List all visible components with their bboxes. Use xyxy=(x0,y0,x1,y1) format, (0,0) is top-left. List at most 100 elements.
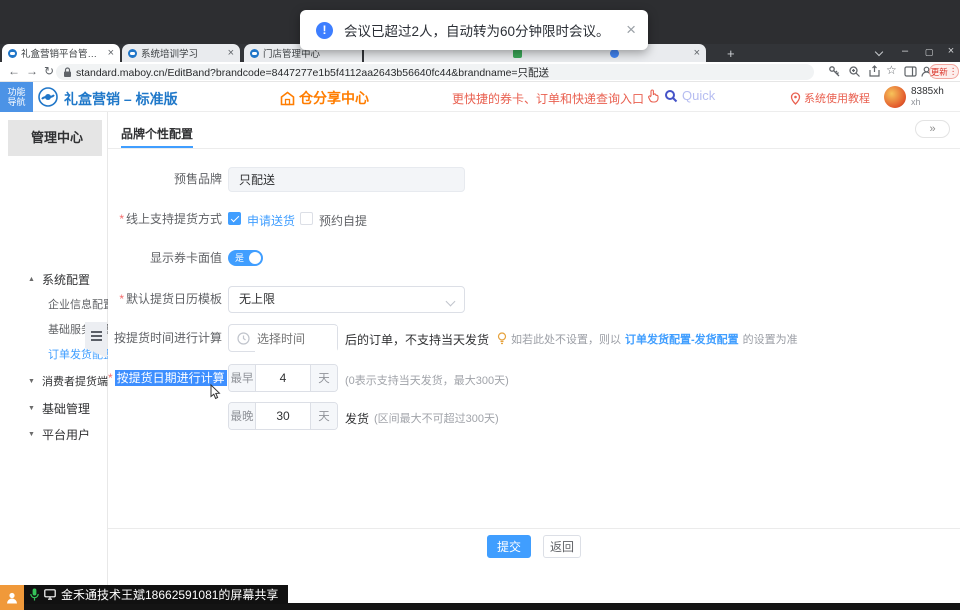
presale-brand-input[interactable] xyxy=(228,167,465,192)
back-button[interactable]: 返回 xyxy=(543,535,581,558)
toggle-on-label: 是 xyxy=(235,253,244,263)
browser-tab-2[interactable]: 系统培训学习 × xyxy=(122,44,240,62)
more-menu-icon[interactable]: ⋮ xyxy=(949,66,958,77)
required-asterisk: * xyxy=(108,371,113,385)
browser-update-button[interactable]: 更新 ⋮ xyxy=(929,64,959,79)
promo-text: 更快捷的券卡、订单和快递查询入口 xyxy=(452,90,644,107)
tab-close-icon[interactable]: × xyxy=(228,48,234,58)
content-tab-bar: 品牌个性配置 » xyxy=(108,112,960,149)
field-label: 按提货时间进行计算 xyxy=(108,324,222,352)
tab-close-icon[interactable]: × xyxy=(694,48,700,58)
tutorial-label: 系统使用教程 xyxy=(804,90,870,106)
tip-text: 的设置为准 xyxy=(743,331,798,347)
search-icon xyxy=(664,89,678,103)
mouse-cursor xyxy=(209,384,221,400)
submit-button[interactable]: 提交 xyxy=(487,535,531,558)
sidebar-item-platform-users[interactable]: ▼ 平台用户 xyxy=(0,423,108,447)
tab-close-icon[interactable]: × xyxy=(108,48,114,58)
latest-days-input[interactable] xyxy=(256,403,310,429)
address-bar[interactable]: standard.maboy.cn/EditBand?brandcode=844… xyxy=(56,64,814,80)
sidebar-item-label: 平台用户 xyxy=(42,423,90,447)
caret-down-icon: ▼ xyxy=(28,370,35,394)
caret-up-icon: ▲ xyxy=(28,268,35,292)
meeting-bottom-strip xyxy=(0,603,960,610)
window-minimize-button[interactable]: – xyxy=(896,45,914,57)
sidebar-item-label: 系统配置 xyxy=(42,268,90,292)
reload-icon[interactable]: ↻ xyxy=(44,64,54,78)
share-icon[interactable] xyxy=(868,65,881,78)
screen-share-banner: 金禾通技术王斌18662591081的屏幕共享 xyxy=(24,585,288,604)
update-label: 更新 xyxy=(931,66,948,78)
user-avatar[interactable] xyxy=(884,86,906,108)
window-maximize-button[interactable]: ▢ xyxy=(920,47,938,58)
side-panel-icon[interactable] xyxy=(904,65,917,78)
required-asterisk: * xyxy=(119,292,124,306)
bookmark-star-icon[interactable]: ☆ xyxy=(886,63,897,77)
app-logo xyxy=(38,87,58,107)
checkbox-reserve-pickup[interactable] xyxy=(300,212,313,225)
tip-link[interactable]: 订单发货配置-发货配置 xyxy=(625,331,739,347)
checkbox-apply-delivery[interactable] xyxy=(228,212,241,225)
chevron-down-icon xyxy=(446,297,456,307)
time-picker-input[interactable] xyxy=(228,324,338,352)
sidebar-item-basic-management[interactable]: ▼ 基础管理 xyxy=(0,397,108,421)
time-calc-suffix-text: 后的订单，不支持当天发货 xyxy=(345,331,489,348)
field-label: *默认提货日历模板 xyxy=(108,286,222,313)
forward-icon[interactable]: → xyxy=(26,64,38,78)
sidebar-title: 管理中心 xyxy=(8,120,102,156)
field-label: *线上支持提货方式 xyxy=(108,210,222,228)
meeting-member-button[interactable] xyxy=(0,585,24,610)
earliest-days-input[interactable] xyxy=(256,365,310,391)
info-icon: ! xyxy=(316,22,333,39)
warehouse-share-center-link[interactable]: 仓分享中心 xyxy=(280,88,369,108)
back-icon[interactable]: ← xyxy=(8,64,20,78)
function-nav-label: 导航 xyxy=(7,97,25,107)
password-key-icon[interactable] xyxy=(828,65,841,78)
face-value-toggle[interactable]: 是 xyxy=(228,250,263,266)
screen-share-text: 金禾通技术王斌18662591081的屏幕共享 xyxy=(61,586,278,603)
sidebar-item-consumer-pickup[interactable]: ▼ 消费者提货端 xyxy=(0,370,108,394)
days-unit: 天 xyxy=(310,365,337,391)
form-row-face-value: 显示券卡面值 是 xyxy=(108,250,960,268)
checkbox-label-apply-delivery[interactable]: 申请送货 xyxy=(247,212,295,229)
tab-brand-config[interactable]: 品牌个性配置 xyxy=(121,125,193,148)
browser-tab-1[interactable]: 礼盒营销平台管理中心 × xyxy=(2,44,120,62)
field-label: *按提货日期进行计算 xyxy=(108,364,222,392)
sidebar-item-enterprise-info[interactable]: 企业信息配置 xyxy=(0,293,108,317)
zoom-icon[interactable] xyxy=(848,65,861,78)
sidebar-item-label: 基础管理 xyxy=(42,397,90,421)
clock-icon xyxy=(237,332,250,345)
function-nav-button[interactable]: 功能 导航 xyxy=(0,82,33,112)
sidebar: 管理中心 ▲ 系统配置 企业信息配置 基础服务配置 订单发货配置 ▼ 消费者提货… xyxy=(0,112,108,610)
form-row-calendar-template: *默认提货日历模板 无上限 xyxy=(108,286,960,313)
sidebar-item-system-config[interactable]: ▲ 系统配置 xyxy=(0,268,108,292)
site-favicon xyxy=(8,49,17,58)
quick-search[interactable]: Quick xyxy=(664,88,715,103)
hidden-tab-favicon xyxy=(610,49,619,58)
sidebar-item-label: 企业信息配置 xyxy=(48,293,114,317)
tab-search-chevron-icon[interactable] xyxy=(875,48,883,56)
select-value: 无上限 xyxy=(239,292,275,306)
site-favicon xyxy=(250,49,259,58)
calendar-template-select[interactable]: 无上限 xyxy=(228,286,465,313)
panel-collapse-button[interactable]: » xyxy=(915,120,950,138)
form-row-time-calc: 按提货时间进行计算 后的订单，不支持当天发货 如若此处不设置，则以订单发货配置-… xyxy=(108,324,960,352)
ship-text: 发货 xyxy=(345,410,369,427)
new-tab-button[interactable]: + xyxy=(727,46,735,61)
form-row-pickup-methods: *线上支持提货方式 申请送货 预约自提 xyxy=(108,210,960,228)
pointing-finger-icon xyxy=(646,89,660,103)
required-asterisk: * xyxy=(119,212,124,226)
app-title: 礼盒营销 – 标准版 xyxy=(64,89,178,109)
warehouse-icon xyxy=(280,91,295,106)
form-row-date-calc-late: 最晚 天 发货 (区间最大不可超过300天) xyxy=(108,402,960,430)
toggle-knob xyxy=(249,252,261,264)
user-info: 8385xh xh xyxy=(911,86,944,108)
form-footer: 提交 返回 xyxy=(108,528,960,558)
checkbox-label-reserve-pickup[interactable]: 预约自提 xyxy=(319,212,367,229)
toast-message: 会议已超过2人，自动转为60分钟限时会议。 xyxy=(344,20,610,40)
browser-toolbar: ← → ↻ standard.maboy.cn/EditBand?brandco… xyxy=(0,62,960,82)
toast-close-icon[interactable]: × xyxy=(626,20,636,40)
window-close-button[interactable]: × xyxy=(942,45,960,57)
system-tutorial-link[interactable]: 系统使用教程 xyxy=(790,90,870,106)
time-picker-field[interactable] xyxy=(255,326,337,352)
